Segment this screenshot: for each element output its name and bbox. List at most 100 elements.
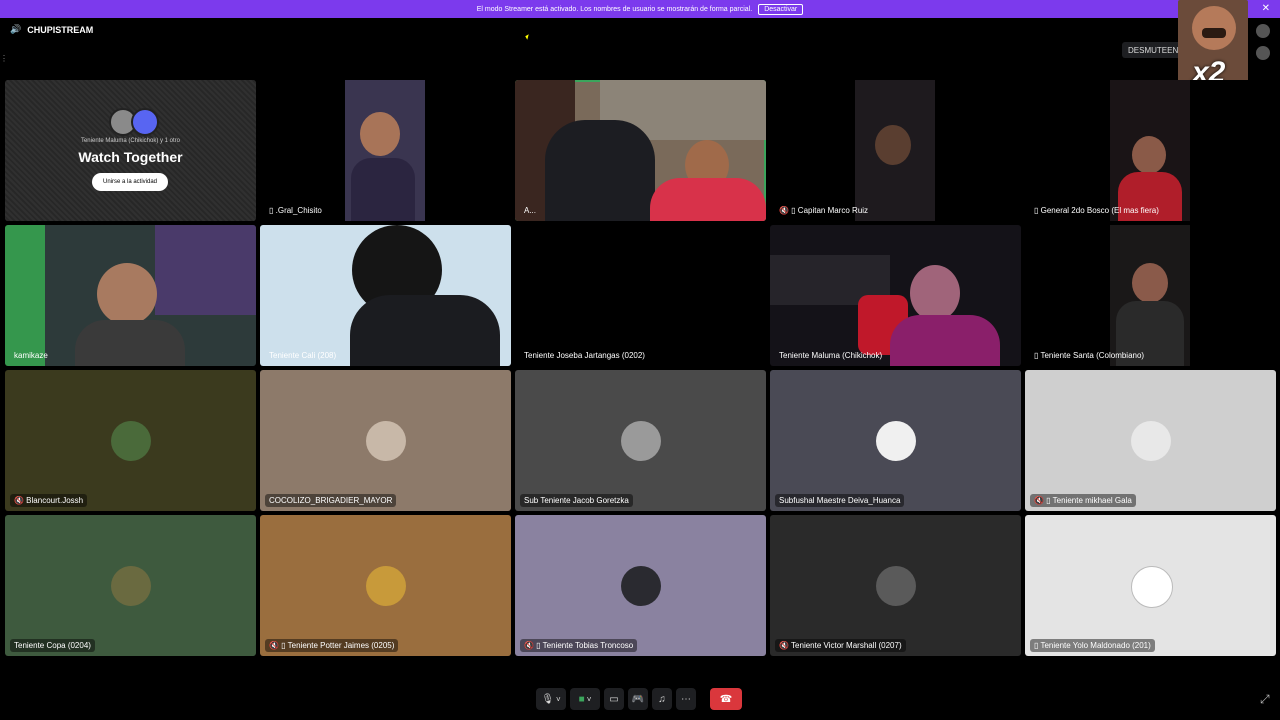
user-avatar[interactable]: [1256, 46, 1270, 60]
video-tile[interactable]: 🔇 ▯ Capitan Marco Ruiz: [770, 80, 1021, 221]
deactivate-streamer-button[interactable]: Desactivar: [758, 3, 804, 15]
chevron-down-icon[interactable]: ˅: [587, 695, 592, 704]
webcam-feed: [1110, 80, 1190, 221]
video-tile[interactable]: ▯ General 2do Bosco (El mas fiera): [1025, 80, 1276, 221]
participant-face: [1132, 263, 1168, 303]
participant-name: Subfushal Maestre Deiva_Huanca: [775, 494, 905, 507]
participant-face: [1132, 136, 1166, 174]
more-icon: ⋯: [681, 693, 691, 705]
participant-name: 🔇 ▯ Teniente Tobias Troncoso: [520, 639, 638, 652]
video-tile[interactable]: ▯ .Gral_Chisito: [260, 80, 511, 221]
scroll-indicator: ⋮: [0, 54, 8, 63]
participant-name: A...: [524, 206, 537, 215]
participant-name: 🔇 ▯ Capitan Marco Ruiz: [779, 206, 869, 215]
discord-logo-icon: [131, 108, 159, 136]
participant-name: ▯ Teniente Yolo Maldonado (201): [1030, 639, 1155, 652]
avatar: [110, 565, 151, 606]
participant-face: [360, 112, 400, 156]
camera-button[interactable]: ■ ˅: [570, 688, 600, 710]
threads-icon[interactable]: [1256, 24, 1270, 38]
streamer-webcam-overlay: x2: [1178, 0, 1248, 90]
avatar: [1130, 565, 1173, 608]
participant-name: Teniente Cali (208): [269, 351, 337, 360]
activity-title: Watch Together: [78, 149, 183, 165]
avatar: [875, 565, 916, 606]
avatar: [620, 565, 661, 606]
top-right-icons: [1256, 24, 1274, 68]
avatar-tile[interactable]: 🔇 Blancourt.Jossh: [5, 370, 256, 511]
participant-body: [75, 320, 185, 366]
participant-name: ▯ Teniente Santa (Colombiano): [1034, 351, 1145, 360]
shelf: [155, 225, 256, 315]
participant-name: Teniente Maluma (Chikichok): [779, 351, 883, 360]
avatar-tile[interactable]: COCOLIZO_BRIGADIER_MAYOR: [260, 370, 511, 511]
avatar-tile[interactable]: Subfushal Maestre Deiva_Huanca: [770, 370, 1021, 511]
avatar: [875, 420, 916, 461]
join-activity-button[interactable]: Unirse a la actividad: [92, 173, 168, 191]
call-controls: 🎙 ˅ ■ ˅ ▭ 🎮 ♫ ⋯ ☎: [536, 687, 742, 711]
green-light: [5, 225, 45, 366]
participant-name: 🔇 ▯ Teniente mikhael Gala: [1030, 494, 1136, 507]
participant-face: [875, 125, 911, 165]
webcam-feed: [1110, 225, 1190, 366]
participant-face: [910, 265, 960, 321]
video-tile[interactable]: kamikaze: [5, 225, 256, 366]
avatar-tile[interactable]: 🔇 ▯ Teniente Potter Jaimes (0205): [260, 515, 511, 656]
video-tile[interactable]: Teniente Cali (208): [260, 225, 511, 366]
avatar-tile[interactable]: Teniente Copa (0204): [5, 515, 256, 656]
video-tile[interactable]: Teniente Maluma (Chikichok): [770, 225, 1021, 366]
avatar: [1130, 420, 1171, 461]
participant-name: ▯ .Gral_Chisito: [269, 206, 322, 215]
streamer-mode-text: El modo Streamer está activado. Los nomb…: [476, 5, 753, 13]
gamepad-icon: 🎮: [631, 693, 645, 705]
webcam-feed: [855, 80, 935, 221]
participant-body: [890, 315, 1000, 366]
close-icon[interactable]: ✕: [1262, 3, 1270, 14]
participant-name: COCOLIZO_BRIGADIER_MAYOR: [265, 494, 397, 507]
hoodie: [545, 120, 655, 221]
video-tile-speaking[interactable]: A...: [515, 80, 766, 221]
participant-name: kamikaze: [14, 351, 48, 360]
video-tile[interactable]: Teniente Joseba Jartangas (0202): [515, 225, 766, 366]
activity-avatars: [109, 108, 159, 136]
screen-share-icon: ▭: [609, 693, 619, 705]
participant-name: 🔇 Teniente Victor Marshall (0207): [775, 639, 906, 652]
mouse-cursor: [525, 34, 531, 40]
video-tile[interactable]: ▯ Teniente Santa (Colombiano): [1025, 225, 1276, 366]
soundboard-icon: ♫: [658, 693, 666, 705]
avatar: [365, 420, 406, 461]
participant-face: [97, 263, 157, 325]
avatar: [365, 565, 406, 606]
camera-icon: ■: [578, 693, 585, 705]
screen-share-button[interactable]: ▭: [604, 688, 624, 710]
fullscreen-icon[interactable]: ⤢: [1260, 692, 1270, 707]
avatar-tile[interactable]: Sub Teniente Jacob Goretzka: [515, 370, 766, 511]
channel-header: 🔊 CHUPISTREAM: [10, 24, 93, 35]
disconnect-button[interactable]: ☎: [710, 688, 742, 710]
chevron-down-icon[interactable]: ˅: [556, 695, 561, 704]
red-shirt: [650, 178, 766, 221]
microphone-icon: 🎙: [541, 693, 555, 705]
avatar: [620, 420, 661, 461]
speaker-icon: 🔊: [10, 24, 22, 34]
watch-together-tile[interactable]: Teniente Maluma (Chikichok) y 1 otro Wat…: [5, 80, 256, 221]
more-options-button[interactable]: ⋯: [676, 688, 696, 710]
hangup-icon: ☎: [719, 693, 733, 705]
avatar-tile[interactable]: ▯ Teniente Yolo Maldonado (201): [1025, 515, 1276, 656]
avatar-tile[interactable]: 🔇 Teniente Victor Marshall (0207): [770, 515, 1021, 656]
participant-name: Teniente Copa (0204): [10, 639, 95, 652]
avatar: [110, 420, 151, 461]
webcam-feed: [345, 80, 425, 221]
participant-name: 🔇 ▯ Teniente Potter Jaimes (0205): [265, 639, 399, 652]
participant-name: Teniente Joseba Jartangas (0202): [524, 351, 645, 360]
soundboard-button[interactable]: ♫: [652, 688, 672, 710]
microphone-button[interactable]: 🎙 ˅: [536, 688, 566, 710]
participant-name: ▯ General 2do Bosco (El mas fiera): [1034, 206, 1159, 215]
activity-participants: Teniente Maluma (Chikichok) y 1 otro: [80, 138, 181, 144]
participant-name: Sub Teniente Jacob Goretzka: [520, 494, 633, 507]
activity-button[interactable]: 🎮: [628, 688, 648, 710]
participant-body: [350, 295, 500, 366]
participant-name: 🔇 Blancourt.Jossh: [10, 494, 88, 507]
avatar-tile[interactable]: 🔇 ▯ Teniente Tobias Troncoso: [515, 515, 766, 656]
avatar-tile[interactable]: 🔇 ▯ Teniente mikhael Gala: [1025, 370, 1276, 511]
